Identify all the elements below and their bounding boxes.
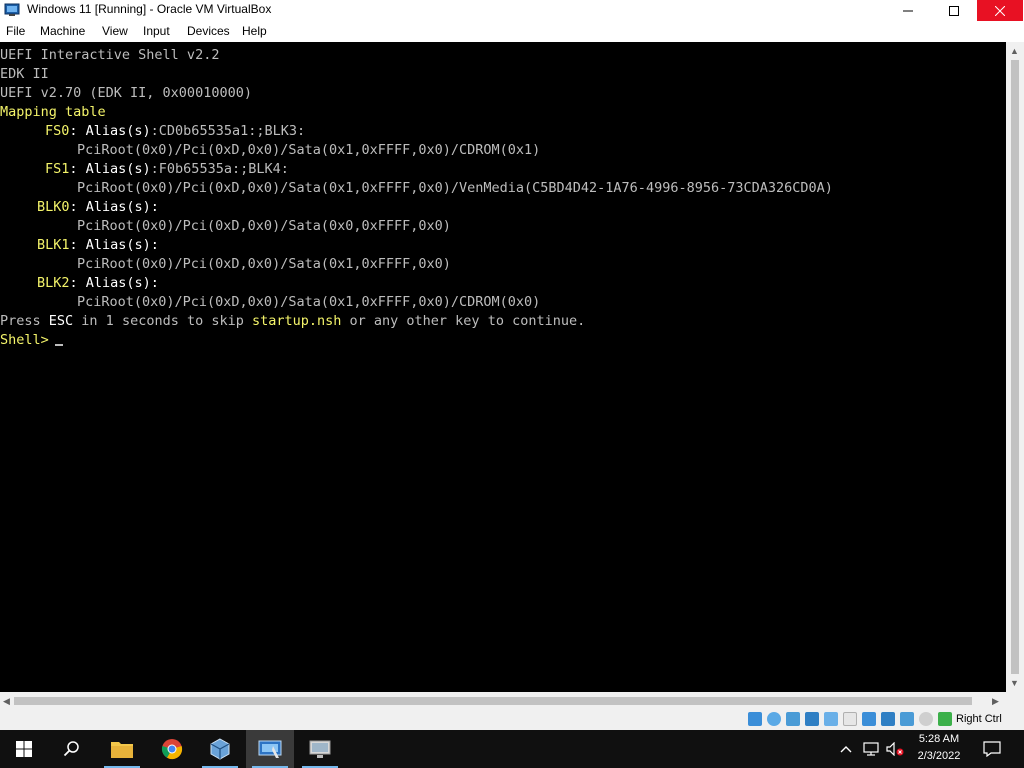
maximize-button[interactable] — [931, 0, 977, 21]
menu-machine[interactable]: Machine — [40, 24, 85, 38]
network-icon — [863, 742, 879, 756]
menu-view[interactable]: View — [102, 24, 128, 38]
title-bar[interactable]: Windows 11 [Running] - Oracle VM Virtual… — [0, 0, 1024, 21]
shell-prompt: Shell> — [0, 332, 57, 348]
virtualbox-manager-button[interactable] — [196, 730, 244, 768]
scroll-left-arrow-icon[interactable]: ◀ — [3, 696, 10, 706]
console-line-blk1-path: PciRoot(0x0)/Pci(0xD,0x0)/Sata(0x1,0xFFF… — [77, 256, 451, 272]
scroll-down-arrow-icon[interactable]: ▼ — [1010, 678, 1019, 688]
close-icon — [995, 5, 1005, 16]
scrollbar-corner — [1006, 692, 1024, 709]
scroll-right-arrow-icon[interactable]: ▶ — [992, 696, 999, 706]
blk0-name: BLK0 — [37, 199, 70, 215]
windows-logo-icon — [16, 741, 32, 757]
fs0-alias-label: : Alias(s) — [69, 123, 151, 139]
console-line-startup-prompt: Press ESC in 1 seconds to skip startup.n… — [0, 312, 585, 330]
shared-folders-icon[interactable] — [843, 712, 857, 726]
vm-window-button[interactable] — [246, 730, 294, 768]
menu-help[interactable]: Help — [242, 24, 267, 38]
fs0-name: FS0 — [45, 123, 70, 139]
usb-icon[interactable] — [824, 712, 838, 726]
volume-tray-button[interactable] — [883, 730, 907, 768]
blk2-alias-label: : Alias(s): — [69, 275, 159, 291]
console-line-blk2: BLK2: Alias(s): — [37, 274, 159, 292]
maximize-icon — [949, 5, 959, 16]
clock-time[interactable]: 5:28 AM — [907, 733, 971, 745]
video-capture-icon[interactable] — [881, 712, 895, 726]
console-line-blk0-path: PciRoot(0x0)/Pci(0xD,0x0)/Sata(0x0,0xFFF… — [77, 218, 451, 234]
menu-devices[interactable]: Devices — [187, 24, 230, 38]
startup-nsh-text: startup.nsh — [251, 313, 342, 329]
windows-taskbar: 5:28 AM 2/3/2022 — [0, 730, 1024, 768]
console-line-fs0: FS0: Alias(s):CD0b65535a1:;BLK3: — [45, 122, 305, 140]
optical-drive-icon[interactable] — [767, 712, 781, 726]
vertical-scrollbar[interactable]: ▲ ▼ — [1006, 42, 1024, 692]
console-line-fs1-path: PciRoot(0x0)/Pci(0xD,0x0)/Sata(0x1,0xFFF… — [77, 180, 833, 196]
console-line-blk2-path: PciRoot(0x0)/Pci(0xD,0x0)/Sata(0x1,0xFFF… — [77, 294, 541, 310]
hard-disk-icon[interactable] — [748, 712, 762, 726]
network-icon[interactable] — [805, 712, 819, 726]
speaker-muted-icon — [886, 742, 904, 756]
clock-date[interactable]: 2/3/2022 — [907, 750, 971, 762]
chrome-icon — [161, 739, 183, 760]
chrome-button[interactable] — [148, 730, 196, 768]
vertical-scroll-thumb[interactable] — [1011, 60, 1019, 674]
keyboard-capture-icon[interactable] — [938, 712, 952, 726]
blk2-name: BLK2 — [37, 275, 70, 291]
window-title: Windows 11 [Running] - Oracle VM Virtual… — [27, 2, 272, 16]
console-line-shell-version: UEFI Interactive Shell v2.2 — [0, 47, 220, 63]
blk0-alias-label: : Alias(s): — [69, 199, 159, 215]
virtualbox-cube-icon — [210, 738, 230, 760]
text-cursor — [55, 344, 63, 346]
console-line-fs0-path: PciRoot(0x0)/Pci(0xD,0x0)/Sata(0x1,0xFFF… — [77, 142, 541, 158]
console-line-edk: EDK II — [0, 66, 49, 82]
blk1-alias-label: : Alias(s): — [69, 237, 159, 253]
chevron-up-icon — [840, 746, 852, 753]
fs0-alias-value: :CD0b65535a1:;BLK3: — [150, 123, 306, 139]
fs1-alias-value: :F0b65535a:;BLK4: — [150, 161, 289, 177]
esc-key-text: ESC — [48, 313, 74, 329]
minimize-icon — [903, 10, 913, 11]
menu-input[interactable]: Input — [143, 24, 170, 38]
folder-icon — [111, 742, 133, 758]
file-explorer-button[interactable] — [98, 730, 146, 768]
notification-icon — [983, 741, 1001, 757]
fs1-alias-label: : Alias(s) — [69, 161, 151, 177]
vm-status-bar: Right Ctrl — [0, 709, 1024, 730]
display-icon[interactable] — [862, 712, 876, 726]
console-line-uefi-version: UEFI v2.70 (EDK II, 0x00010000) — [0, 85, 252, 101]
show-hidden-icons-button[interactable] — [834, 730, 858, 768]
remote-window-button[interactable] — [296, 730, 344, 768]
vm-window-icon — [258, 740, 282, 758]
fs1-name: FS1 — [45, 161, 70, 177]
menu-bar: File Machine View Input Devices Help — [0, 21, 1024, 42]
search-icon — [63, 741, 79, 757]
close-button[interactable] — [977, 0, 1023, 21]
mouse-integration-icon[interactable] — [919, 712, 933, 726]
console-line-mapping-table: Mapping table — [0, 104, 106, 120]
horizontal-scrollbar[interactable]: ◀ ▶ — [0, 692, 1006, 709]
horizontal-scroll-thumb[interactable] — [14, 697, 972, 705]
cpu-icon[interactable] — [900, 712, 914, 726]
network-tray-button[interactable] — [859, 730, 883, 768]
host-key-label: Right Ctrl — [956, 713, 1002, 725]
press-text-3: or any other key to continue. — [341, 313, 586, 329]
virtualbox-app-icon — [4, 3, 20, 16]
start-button[interactable] — [0, 730, 48, 768]
console-line-fs1: FS1: Alias(s):F0b65535a:;BLK4: — [45, 160, 289, 178]
blk1-name: BLK1 — [37, 237, 70, 253]
press-text-1: Press — [0, 313, 49, 329]
action-center-button[interactable] — [968, 730, 1016, 768]
minimize-button[interactable] — [885, 0, 931, 21]
console-line-blk0: BLK0: Alias(s): — [37, 198, 159, 216]
audio-icon[interactable] — [786, 712, 800, 726]
console-line-blk1: BLK1: Alias(s): — [37, 236, 159, 254]
monitor-icon — [309, 740, 331, 758]
scroll-up-arrow-icon[interactable]: ▲ — [1010, 46, 1019, 56]
press-text-2: in 1 seconds to skip — [73, 313, 252, 329]
search-button[interactable] — [48, 730, 96, 768]
vm-console-screen[interactable]: UEFI Interactive Shell v2.2 EDK II UEFI … — [0, 42, 1006, 692]
menu-file[interactable]: File — [6, 24, 25, 38]
